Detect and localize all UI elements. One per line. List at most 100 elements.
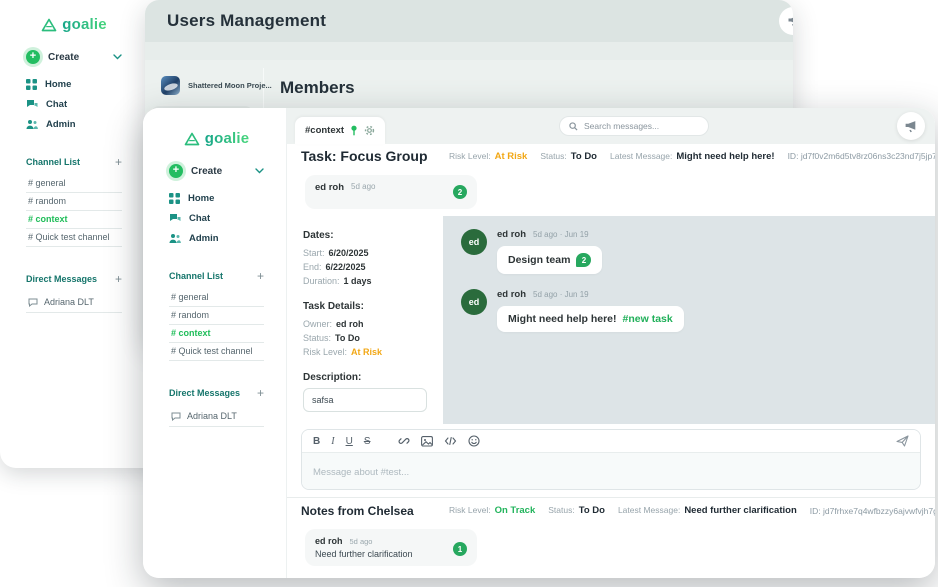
link-icon: [398, 435, 410, 447]
pin-icon[interactable]: [349, 125, 359, 136]
italic-button[interactable]: I: [331, 436, 334, 447]
dm-item-adriana[interactable]: Adriana DLT: [26, 292, 122, 313]
add-dm-button[interactable]: +: [257, 386, 264, 400]
goalie-triangle-icon: [184, 132, 200, 146]
strikethrough-button[interactable]: S: [364, 436, 371, 447]
latest-message-label: Latest Message:: [618, 505, 680, 515]
nav-label: Home: [45, 79, 71, 90]
sidebar-item-home[interactable]: Home: [169, 193, 264, 204]
channel-main-area: #context Task: Focus Group Risk Level:At…: [287, 108, 935, 578]
author-name: ed roh: [315, 182, 344, 193]
megaphone-icon: [904, 120, 918, 133]
emoji-button[interactable]: [468, 435, 480, 447]
notes-preview-row: ed roh 5d ago Need further clarification…: [287, 523, 935, 578]
composer-input-wrap: [302, 452, 920, 489]
admin-users-icon: [169, 233, 181, 244]
sidebar-item-admin[interactable]: Admin: [26, 119, 122, 130]
message-bubble[interactable]: Might need help here! #new task: [497, 306, 684, 332]
notes-id-label: ID:: [810, 506, 821, 516]
sidebar-item-home[interactable]: Home: [26, 79, 122, 90]
project-avatar: [161, 76, 180, 95]
owner-value: ed roh: [336, 317, 364, 331]
author-name: ed roh: [315, 536, 343, 546]
chevron-down-icon: [113, 54, 122, 60]
send-button[interactable]: [896, 435, 909, 447]
link-button[interactable]: [398, 435, 410, 447]
channel-list-title: Channel List: [26, 157, 115, 167]
search-input[interactable]: [584, 121, 694, 131]
thread-preview-card[interactable]: ed roh 5d ago 2: [305, 175, 477, 209]
tab-row: #context: [287, 108, 935, 144]
create-button[interactable]: + Create: [169, 164, 264, 178]
image-icon: [421, 436, 433, 447]
home-grid-icon: [26, 79, 37, 90]
note-text: Need further clarification: [315, 549, 467, 559]
message: ed ed roh 5d ago · Jun 19 Design team 2: [461, 229, 917, 274]
tab-context[interactable]: #context: [295, 117, 385, 144]
channel-list-header: Channel List +: [169, 269, 264, 283]
sidebar-item-chat[interactable]: Chat: [169, 213, 264, 224]
direct-messages-header: Direct Messages +: [26, 272, 122, 286]
duration-label: Duration:: [303, 274, 340, 288]
sidebar-item-admin[interactable]: Admin: [169, 233, 264, 244]
nav-label: Chat: [46, 99, 67, 110]
duration-value: 1 days: [344, 274, 372, 288]
message-text: Might need help here!: [508, 313, 617, 325]
dm-bubble-icon: [171, 412, 181, 421]
channel-item-general[interactable]: # general: [26, 175, 122, 193]
image-button[interactable]: [421, 436, 433, 447]
bold-button[interactable]: B: [313, 436, 320, 447]
reply-count-badge: 2: [453, 185, 467, 199]
notes-title: Notes from Chelsea: [301, 504, 449, 518]
status-label: Status:: [303, 331, 331, 345]
channel-item-general[interactable]: # general: [169, 289, 264, 307]
announcements-button[interactable]: [897, 112, 925, 140]
hashtag-link[interactable]: #new task: [623, 313, 673, 325]
add-channel-button[interactable]: +: [257, 269, 264, 283]
notes-meta: Risk Level:On Track Status:To Do Latest …: [449, 505, 921, 516]
status-label: Status:: [540, 151, 566, 161]
project-item-shattered-moon[interactable]: Shattered Moon Proje...: [161, 76, 272, 95]
code-button[interactable]: [444, 436, 457, 446]
chevron-down-icon: [255, 168, 264, 174]
risk-value: At Risk: [351, 345, 382, 359]
avatar: ed: [461, 229, 487, 255]
reply-count-badge: 1: [453, 542, 467, 556]
status-value: To Do: [571, 151, 597, 162]
channel-item-context[interactable]: # context: [26, 211, 122, 229]
megaphone-icon: [787, 15, 794, 27]
channel-item-quick-test[interactable]: # Quick test channel: [26, 229, 122, 247]
admin-users-icon: [26, 119, 38, 130]
search-bar[interactable]: [559, 116, 709, 136]
add-dm-button[interactable]: +: [115, 272, 122, 286]
task-id-value: jd7f0v2m6d5tv8rz06ns3c23nd7j5jp7: [801, 151, 935, 161]
message-input[interactable]: [313, 467, 909, 478]
channel-item-random[interactable]: # random: [26, 193, 122, 211]
description-input[interactable]: [303, 388, 427, 412]
channel-item-quick-test[interactable]: # Quick test channel: [169, 343, 264, 361]
dm-title: Direct Messages: [26, 274, 115, 284]
task-details-title: Task Details:: [303, 301, 431, 312]
add-channel-button[interactable]: +: [115, 155, 122, 169]
timestamp: 5d ago · Jun 19: [533, 230, 589, 239]
create-button[interactable]: + Create: [26, 50, 122, 64]
status-value: To Do: [579, 505, 605, 516]
goalie-triangle-icon: [41, 18, 57, 32]
composer-toolbar: B I U S: [302, 430, 920, 452]
note-preview-card[interactable]: ed roh 5d ago Need further clarification…: [305, 529, 477, 566]
gear-icon[interactable]: [364, 125, 375, 136]
channel-list-header: Channel List +: [26, 155, 122, 169]
channel-item-random[interactable]: # random: [169, 307, 264, 325]
search-icon: [569, 122, 578, 131]
underline-button[interactable]: U: [346, 436, 353, 447]
sidebar-item-chat[interactable]: Chat: [26, 99, 122, 110]
chat-icon: [26, 99, 38, 110]
announcements-button-clipped[interactable]: [779, 7, 793, 35]
message-bubble[interactable]: Design team 2: [497, 246, 602, 274]
send-plane-icon: [896, 435, 909, 447]
channel-item-context[interactable]: # context: [169, 325, 264, 343]
nav-label: Home: [188, 193, 214, 204]
task-meta: Risk Level:At Risk Status:To Do Latest M…: [449, 151, 921, 162]
dm-item-adriana[interactable]: Adriana DLT: [169, 406, 264, 427]
thread-preview-row: ed roh 5d ago 2: [287, 168, 935, 216]
